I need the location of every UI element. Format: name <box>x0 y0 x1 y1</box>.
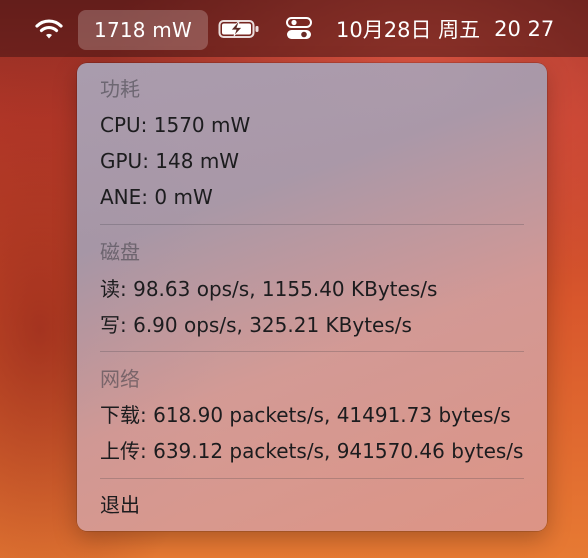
menu-item-network-download[interactable]: 下载: 618.90 packets/s, 41491.73 bytes/s <box>100 400 511 430</box>
menu-bar-clock[interactable]: 10月28日 周五 20 27 <box>336 0 566 57</box>
battery-charging-icon[interactable] <box>214 0 264 57</box>
menu-item-gpu-power[interactable]: GPU: 148 mW <box>100 146 239 176</box>
menu-item-ane-power[interactable]: ANE: 0 mW <box>100 182 213 212</box>
section-title-network: 网络 <box>100 367 140 391</box>
menu-bar: 1718 mW 10月28日 周五 20 27 <box>0 0 588 57</box>
section-title-power: 功耗 <box>100 77 140 101</box>
quit-menu-item[interactable]: 退出 <box>100 490 140 520</box>
clock-date: 10月28日 周五 <box>336 17 481 42</box>
control-center-icon[interactable] <box>282 0 316 57</box>
power-status-menu-button[interactable]: 1718 mW <box>78 10 208 50</box>
menu-divider <box>100 351 524 352</box>
menu-item-cpu-power[interactable]: CPU: 1570 mW <box>100 110 250 140</box>
wifi-icon[interactable] <box>30 0 68 57</box>
menu-divider <box>100 224 524 225</box>
power-status-label: 1718 mW <box>94 18 192 42</box>
clock-time: 20 27 <box>494 16 555 41</box>
menu-divider <box>100 478 524 479</box>
section-title-disk: 磁盘 <box>100 240 140 264</box>
menu-item-disk-write[interactable]: 写: 6.90 ops/s, 325.21 KBytes/s <box>100 310 412 340</box>
menu-item-disk-read[interactable]: 读: 98.63 ops/s, 1155.40 KBytes/s <box>100 274 437 304</box>
power-status-dropdown-menu: 功耗 CPU: 1570 mW GPU: 148 mW ANE: 0 mW 磁盘… <box>77 63 547 531</box>
menu-item-network-upload[interactable]: 上传: 639.12 packets/s, 941570.46 bytes/s <box>100 436 523 466</box>
